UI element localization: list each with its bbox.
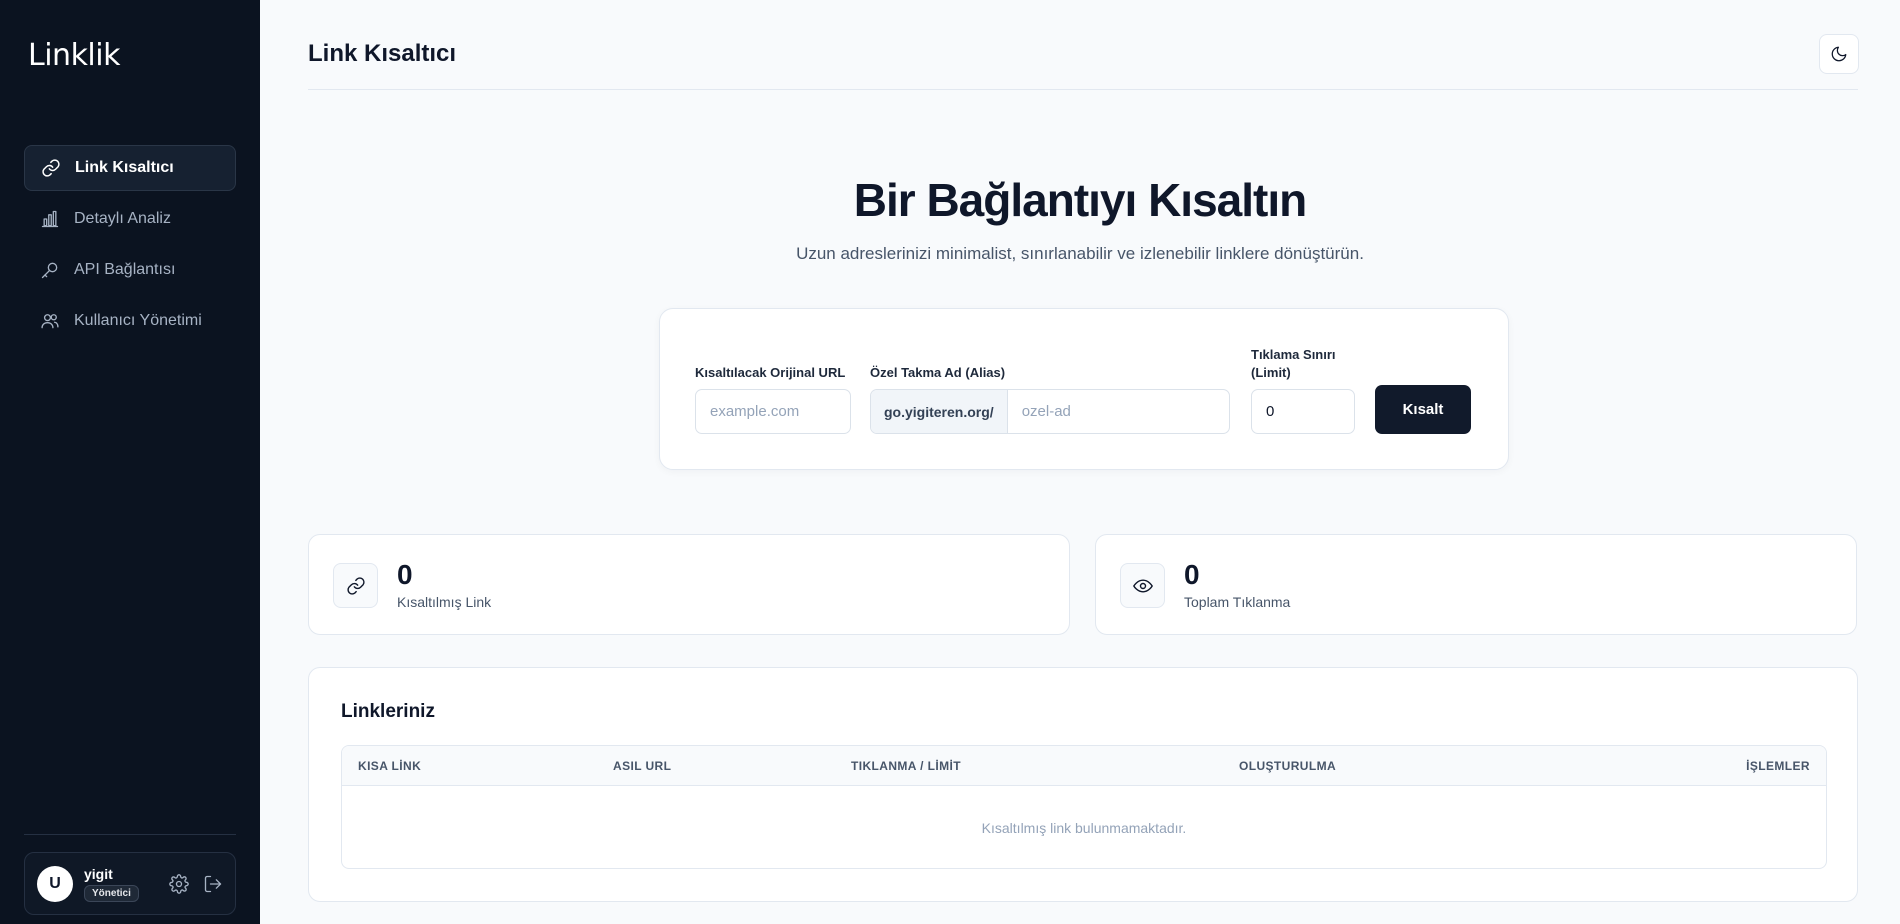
stat-icon-box: [1120, 563, 1165, 608]
app-logo[interactable]: Linklik: [28, 38, 120, 73]
sidebar-nav: Link Kısaltıcı Detaylı Analiz API Bağlan…: [24, 145, 236, 349]
sidebar-item-detailed-analysis[interactable]: Detaylı Analiz: [24, 196, 236, 242]
bar-chart-icon: [41, 210, 59, 228]
stat-card-shortened-links: 0 Kısaltılmış Link: [308, 534, 1070, 635]
links-table-title: Linkleriniz: [341, 701, 435, 722]
user-info: yigit Yönetici: [84, 866, 148, 902]
avatar[interactable]: U: [37, 865, 73, 902]
stat-card-total-clicks: 0 Toplam Tıklanma: [1095, 534, 1857, 635]
main-content: Link Kısaltıcı Bir Bağlantıyı Kısaltın U…: [260, 0, 1900, 924]
sidebar: Linklik Link Kısaltıcı Detaylı Analiz AP…: [0, 0, 260, 924]
sidebar-item-user-management[interactable]: Kullanıcı Yönetimi: [24, 298, 236, 344]
links-table-card: Linkleriniz KISA LİNK ASIL URL TIKLANMA …: [308, 667, 1858, 902]
link-icon: [42, 159, 60, 177]
table-header: KISA LİNK ASIL URL TIKLANMA / LİMİT OLUŞ…: [342, 746, 1826, 786]
gear-icon[interactable]: [169, 873, 189, 894]
limit-label-line1: Tıklama Sınırı: [1251, 347, 1336, 362]
limit-label-line2: (Limit): [1251, 365, 1291, 380]
header-divider: [308, 89, 1858, 90]
column-header-actions: İŞLEMLER: [1746, 759, 1810, 773]
stat-icon-box: [333, 563, 378, 608]
stat-value: 0: [397, 559, 413, 590]
sidebar-item-label: Kullanıcı Yönetimi: [74, 312, 202, 329]
theme-toggle-button[interactable]: [1819, 34, 1859, 74]
shorten-button[interactable]: Kısalt: [1375, 385, 1471, 434]
alias-label: Özel Takma Ad (Alias): [870, 365, 1006, 380]
stat-value: 0: [1184, 559, 1200, 590]
column-header-original-url[interactable]: ASIL URL: [613, 759, 671, 773]
table-empty-message: Kısaltılmış link bulunmamaktadır.: [981, 819, 1187, 836]
sidebar-item-link-shortener[interactable]: Link Kısaltıcı: [24, 145, 236, 191]
sidebar-item-api[interactable]: API Bağlantısı: [24, 247, 236, 293]
sidebar-item-label: API Bağlantısı: [74, 261, 176, 278]
limit-input[interactable]: [1251, 389, 1355, 434]
stat-label: Kısaltılmış Link: [397, 594, 492, 610]
sidebar-item-label: Link Kısaltıcı: [75, 159, 174, 176]
user-actions: [169, 873, 223, 894]
link-icon: [346, 576, 365, 595]
alias-field: go.yigiteren.org/: [870, 389, 1230, 434]
moon-icon: [1831, 46, 1847, 62]
hero-subtitle: Uzun adreslerinizi minimalist, sınırlana…: [796, 244, 1364, 263]
sidebar-item-label: Detaylı Analiz: [74, 210, 171, 227]
shorten-form: Kısaltılacak Orijinal URL Özel Takma Ad …: [659, 308, 1509, 470]
alias-input[interactable]: [1007, 390, 1229, 433]
sidebar-divider: [24, 834, 236, 835]
eye-icon: [1132, 578, 1153, 593]
role-badge: Yönetici: [84, 884, 139, 902]
column-header-short-link[interactable]: KISA LİNK: [358, 759, 421, 773]
url-input[interactable]: [695, 389, 851, 434]
logout-icon[interactable]: [203, 874, 223, 894]
column-header-clicks-limit[interactable]: TIKLANMA / LİMİT: [851, 759, 961, 773]
users-icon: [41, 314, 59, 329]
hero-title: Bir Bağlantıyı Kısaltın: [853, 174, 1307, 226]
links-table: KISA LİNK ASIL URL TIKLANMA / LİMİT OLUŞ…: [341, 745, 1827, 869]
user-card: U yigit Yönetici: [24, 852, 236, 915]
url-label: Kısaltılacak Orijinal URL: [695, 365, 846, 380]
user-name: yigit: [84, 865, 113, 882]
key-icon: [41, 262, 58, 279]
column-header-created[interactable]: OLUŞTURULMA: [1239, 759, 1336, 773]
limit-label: Tıklama Sınırı (Limit): [1251, 346, 1336, 382]
stat-label: Toplam Tıklanma: [1184, 594, 1291, 610]
alias-prefix: go.yigiteren.org/: [871, 390, 1008, 433]
page-title: Link Kısaltıcı: [308, 40, 457, 67]
